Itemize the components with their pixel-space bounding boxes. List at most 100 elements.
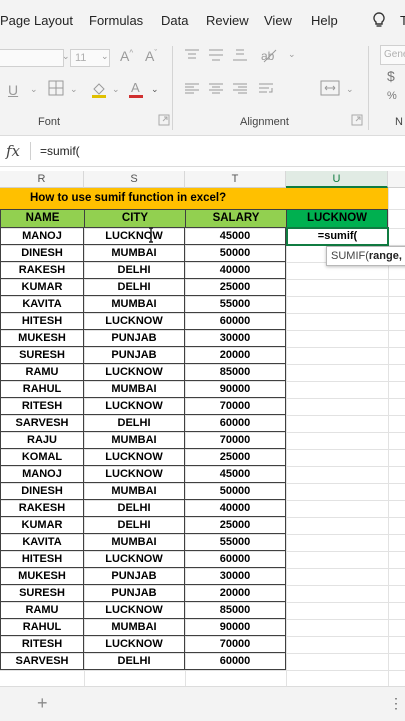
name-cell[interactable]: DINESH	[0, 483, 84, 500]
column-title-name[interactable]: NAME	[0, 209, 85, 228]
city-cell[interactable]: PUNJAB	[84, 568, 185, 585]
formula-input[interactable]: =sumif(	[40, 144, 80, 158]
city-cell[interactable]: LUCKNOW	[84, 449, 185, 466]
city-cell[interactable]: MUMBAI	[84, 483, 185, 500]
salary-cell[interactable]: 85000	[185, 602, 286, 619]
name-cell[interactable]: SARVESH	[0, 415, 84, 432]
salary-cell[interactable]: 70000	[185, 432, 286, 449]
salary-cell[interactable]: 25000	[185, 449, 286, 466]
align-center-icon[interactable]	[208, 82, 224, 96]
city-cell[interactable]: PUNJAB	[84, 585, 185, 602]
city-cell[interactable]: LUCKNOW	[84, 466, 185, 483]
name-cell[interactable]: SARVESH	[0, 653, 84, 670]
menu-tell-me[interactable]: T	[400, 13, 405, 28]
salary-cell[interactable]: 25000	[185, 517, 286, 534]
active-cell[interactable]: =sumif(	[286, 227, 389, 246]
name-cell[interactable]: RAHUL	[0, 381, 84, 398]
salary-cell[interactable]: 60000	[185, 313, 286, 330]
name-cell[interactable]: KUMAR	[0, 517, 84, 534]
lightbulb-icon[interactable]	[370, 11, 388, 29]
align-right-icon[interactable]	[232, 82, 248, 96]
orientation-icon[interactable]: ab	[260, 46, 278, 64]
insert-function-icon[interactable]: fx	[6, 142, 20, 160]
salary-cell[interactable]: 90000	[185, 381, 286, 398]
salary-cell[interactable]: 25000	[185, 279, 286, 296]
name-cell[interactable]: KAVITA	[0, 534, 84, 551]
chevron-down-icon[interactable]: ⌄	[151, 84, 159, 95]
city-cell[interactable]: DELHI	[84, 517, 185, 534]
name-cell[interactable]: DINESH	[0, 245, 84, 262]
salary-cell[interactable]: 60000	[185, 415, 286, 432]
salary-cell[interactable]: 50000	[185, 483, 286, 500]
comma-style-icon[interactable]: %	[387, 90, 397, 102]
number-format-box[interactable]: Gene	[380, 45, 405, 65]
salary-cell[interactable]: 30000	[185, 568, 286, 585]
underline-icon[interactable]: U	[8, 82, 18, 98]
name-cell[interactable]: RAMU	[0, 602, 84, 619]
name-cell[interactable]: SURESH	[0, 585, 84, 602]
name-cell[interactable]: KAVITA	[0, 296, 84, 313]
chevron-down-icon[interactable]: ⌄	[101, 51, 109, 62]
city-cell[interactable]: DELHI	[84, 415, 185, 432]
name-cell[interactable]: KOMAL	[0, 449, 84, 466]
city-cell[interactable]: PUNJAB	[84, 330, 185, 347]
salary-cell[interactable]: 50000	[185, 245, 286, 262]
salary-cell[interactable]: 20000	[185, 347, 286, 364]
salary-cell[interactable]: 30000	[185, 330, 286, 347]
chevron-down-icon[interactable]: ⌄	[346, 84, 354, 95]
merge-center-icon[interactable]	[320, 80, 340, 96]
column-title-lucknow[interactable]: LUCKNOW	[286, 209, 388, 228]
name-cell[interactable]: MANOJ	[0, 228, 84, 245]
font-name-box[interactable]	[0, 49, 64, 67]
align-bottom-icon[interactable]	[232, 48, 248, 62]
currency-icon[interactable]: $	[387, 68, 395, 84]
salary-cell[interactable]: 40000	[185, 500, 286, 517]
salary-cell[interactable]: 90000	[185, 619, 286, 636]
column-header-v[interactable]	[388, 171, 405, 188]
add-sheet-icon[interactable]: +	[37, 693, 48, 714]
salary-cell[interactable]: 45000	[185, 228, 286, 245]
name-cell[interactable]: RAMU	[0, 364, 84, 381]
font-color-icon[interactable]: A	[128, 80, 144, 98]
name-cell[interactable]: MUKESH	[0, 330, 84, 347]
column-header-s[interactable]: S	[84, 171, 185, 188]
name-cell[interactable]: RAJU	[0, 432, 84, 449]
salary-cell[interactable]: 70000	[185, 636, 286, 653]
decrease-font-icon[interactable]: Aˇ	[145, 48, 157, 64]
menu-formulas[interactable]: Formulas	[89, 13, 143, 28]
name-cell[interactable]: HITESH	[0, 551, 84, 568]
chevron-down-icon[interactable]: ⌄	[62, 51, 70, 62]
menu-page-layout[interactable]: Page Layout	[0, 13, 73, 28]
chevron-down-icon[interactable]: ⌄	[112, 84, 120, 95]
salary-cell[interactable]: 70000	[185, 398, 286, 415]
column-header-u[interactable]: U	[286, 171, 388, 188]
fill-color-icon[interactable]	[90, 80, 108, 98]
city-cell[interactable]: DELHI	[84, 279, 185, 296]
sheet-title[interactable]: How to use sumif function in excel?	[0, 188, 388, 209]
salary-cell[interactable]: 60000	[185, 551, 286, 568]
align-left-icon[interactable]	[184, 82, 200, 96]
city-cell[interactable]: LUCKNOW	[84, 398, 185, 415]
salary-cell[interactable]: 60000	[185, 653, 286, 670]
salary-cell[interactable]: 20000	[185, 585, 286, 602]
name-cell[interactable]: MUKESH	[0, 568, 84, 585]
chevron-down-icon[interactable]: ⌄	[70, 84, 78, 95]
city-cell[interactable]: LUCKNOW	[84, 551, 185, 568]
dialog-launcher-icon[interactable]	[351, 114, 363, 126]
name-cell[interactable]: RAHUL	[0, 619, 84, 636]
city-cell[interactable]: MUMBAI	[84, 245, 185, 262]
name-cell[interactable]: KUMAR	[0, 279, 84, 296]
align-middle-icon[interactable]	[208, 48, 224, 62]
name-cell[interactable]: RITESH	[0, 636, 84, 653]
column-title-city[interactable]: CITY	[84, 209, 186, 228]
dialog-launcher-icon[interactable]	[158, 114, 170, 126]
name-cell[interactable]: RAKESH	[0, 262, 84, 279]
city-cell[interactable]: MUMBAI	[84, 619, 185, 636]
city-cell[interactable]: MUMBAI	[84, 296, 185, 313]
name-cell[interactable]: RITESH	[0, 398, 84, 415]
city-cell[interactable]: MUMBAI	[84, 381, 185, 398]
city-cell[interactable]: PUNJAB	[84, 347, 185, 364]
name-cell[interactable]: RAKESH	[0, 500, 84, 517]
city-cell[interactable]: DELHI	[84, 262, 185, 279]
wrap-text-icon[interactable]	[258, 82, 276, 96]
